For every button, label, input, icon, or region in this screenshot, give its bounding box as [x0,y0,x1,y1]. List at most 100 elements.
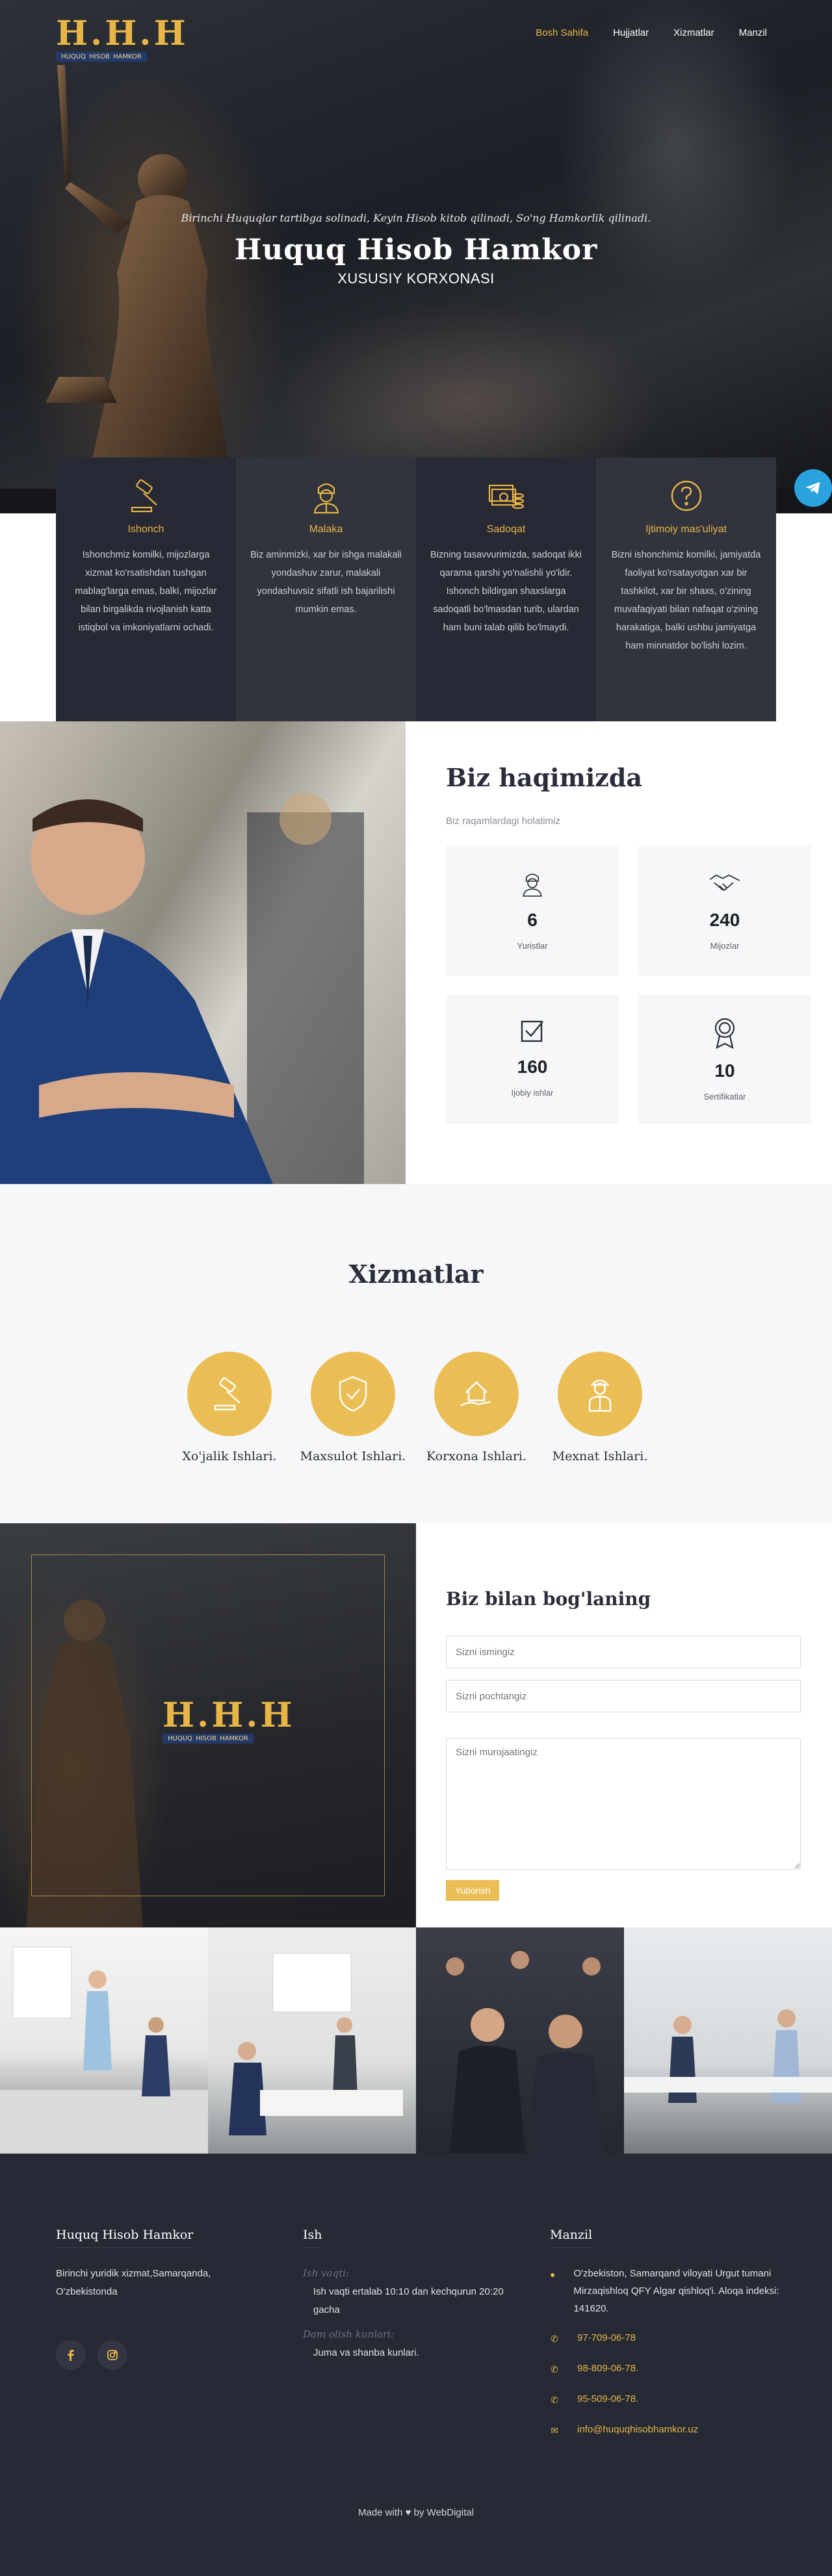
phone-row[interactable]: ✆ 95-509-06-78. [550,2390,784,2409]
contact-background-image: H.H.H HUQUQ HISOB HAMKOR [0,1523,416,1927]
social-links [56,2340,251,2370]
service-icon-circle [434,1352,519,1436]
stat-card: 240 Mijozlar [638,846,811,976]
telegram-icon [805,482,820,495]
feature-text: Ishonchmiz komilki, mijozlarga xizmat ko… [75,550,217,633]
days-off-label: Dam olish kunlari: [303,2328,394,2340]
lawyer-icon [523,873,542,897]
phone-icon: ✆ [551,2395,558,2405]
checkbox-icon [521,1020,543,1042]
map-pin-icon: ● [550,2269,556,2280]
hero-title: Huquq Hisob Hamkor [234,233,598,266]
nav-item-xizmatlar[interactable]: Xizmatlar [673,27,714,38]
telegram-button[interactable] [794,469,832,507]
phone-link[interactable]: 98-809-06-78. [577,2360,638,2377]
phone-row[interactable]: ✆ 97-709-06-78 [550,2329,784,2348]
hero-section: H.H.H HUQUQ HISOB HAMKOR Bosh Sahifa Huj… [0,0,832,513]
copyright-by[interactable]: by WebDigital [414,2507,474,2518]
feature-card: Ijtimoiy mas'uliyat Bizni ishonchimiz ko… [596,457,776,721]
feature-title: Ishonch [127,524,164,535]
contact-title: Biz bilan bog'laning [446,1588,651,1610]
worker-icon [588,1379,612,1412]
copyright-made: Made with [358,2507,403,2518]
page: H.H.H HUQUQ HISOB HAMKOR Bosh Sahifa Huj… [0,0,832,2576]
message-textarea[interactable] [446,1738,801,1870]
facebook-icon [68,2350,74,2361]
logo-letters: H.H.H [56,14,188,53]
facebook-button[interactable] [56,2340,86,2370]
footer-col-about: Huquq Hisob Hamkor Birinchi yuridik xizm… [56,2228,251,2370]
phone-row[interactable]: ✆ 98-809-06-78. [550,2360,784,2378]
stat-label: Sertifikatlar [703,1092,746,1101]
address-row: ● O'zbekiston, Samarqand viloyati Urgut … [550,2265,784,2317]
work-hours-value: Ish vaqti ertalab 10:10 dan kechqurun 20… [313,2286,504,2315]
contact-section: H.H.H HUQUQ HISOB HAMKOR Biz bilan bog'l… [0,1523,832,1927]
phone-icon: ✆ [551,2364,558,2375]
days-off-value: Juma va shanba kunlari. [313,2347,419,2358]
feature-text: Bizni ishonchimiz komilki, jamiyatda fao… [611,550,761,651]
service-icon-circle [187,1352,272,1436]
contact-form: Biz bilan bog'laning Yuborish [446,1588,801,1901]
phone-link[interactable]: 95-509-06-78. [577,2390,638,2408]
lawyer-photo [0,721,406,1184]
house-hand-icon [460,1381,491,1407]
logo-band-word: HISOB [196,1735,216,1742]
services-section: Xizmatlar Xo'jalik Ishlari. Maxsulot Ish… [0,1184,832,1523]
logo-band-word: HAMKOR [113,53,142,60]
stat-number: 160 [517,1057,548,1077]
feature-title: Malaka [309,524,343,535]
nav-item-hujjatlar[interactable]: Hujjatlar [613,27,649,38]
site-footer: Huquq Hisob Hamkor Birinchi yuridik xizm… [0,2154,832,2576]
about-content: Biz haqimizda Biz raqamlardagi holatimiz… [446,763,811,1124]
logo-band-word: HAMKOR [220,1735,248,1742]
footer-col-address: Manzil ● O'zbekiston, Samarqand viloyati… [550,2228,784,2440]
gavel-icon [214,1377,240,1411]
footer-title: Manzil [550,2228,593,2248]
service-label: Maxsulot Ishlari. [300,1449,406,1463]
instagram-icon [107,2350,118,2360]
service-item[interactable]: Mexnat Ishlari. [552,1352,647,1463]
service-item[interactable]: Xo'jalik Ishlari. [182,1352,277,1463]
service-label: Mexnat Ishlari. [552,1449,648,1463]
services-title: Xizmatlar [348,1259,484,1289]
submit-button[interactable]: Yuborish [446,1880,500,1901]
gallery-photo-team [416,1927,624,2154]
footer-col-work: Ish Ish vaqti: Ish vaqti ertalab 10:10 d… [303,2228,511,2362]
services-list: Xo'jalik Ishlari. Maxsulot Ishlari. Korx… [182,1352,647,1463]
stat-label: Mijozlar [710,941,740,951]
gavel-icon [131,479,157,513]
service-label: Xo'jalik Ishlari. [182,1449,277,1463]
email-input[interactable] [446,1680,801,1712]
logo-band-word: HUQUQ [61,53,86,60]
features-strip: Ishonch Ishonchmiz komilki, mijozlarga x… [56,457,776,721]
name-input[interactable] [446,1636,801,1668]
nav-item-manzil[interactable]: Manzil [739,27,767,38]
footer-title: Huquq Hisob Hamkor [56,2228,194,2248]
address-text: O'zbekiston, Samarqand viloyati Urgut tu… [573,2268,779,2314]
main-nav: Bosh Sahifa Hujjatlar Xizmatlar Manzil [536,27,767,38]
nav-item-bosh-sahifa[interactable]: Bosh Sahifa [536,27,588,38]
feature-title: Ijtimoiy mas'uliyat [645,524,727,535]
hero-text: Birinchi Huquqlar tartibga solinadi, Key… [0,212,832,287]
site-logo[interactable]: H.H.H HUQUQ HISOB HAMKOR [56,14,188,65]
gallery-strip [0,1927,832,2154]
feature-text: Biz aminmizki, xar bir ishga malakali yo… [250,550,402,615]
phone-link[interactable]: 97-709-06-78 [577,2329,636,2347]
logo-band: HUQUQ HISOB HAMKOR [162,1734,254,1744]
hero-motto: Birinchi Huquqlar tartibga solinadi, Key… [181,212,651,224]
handshake-icon [709,874,740,891]
footer-about-text: Birinchi yuridik xizmat,Samarqanda, O'zb… [56,2268,211,2297]
feature-card: Ishonch Ishonchmiz komilki, mijozlarga x… [56,457,236,721]
instagram-button[interactable] [98,2340,127,2370]
footer-title: Ish [303,2228,322,2248]
feature-card: Sadoqat Bizning tasavvurimizda, sadoqat … [416,457,596,721]
hero-subtitle: XUSUSIY KORXONASI [337,270,495,287]
email-link[interactable]: info@huquqhisobhamkor.uz [577,2421,698,2438]
service-item[interactable]: Korxona Ishlari. [426,1352,526,1463]
lawyer-icon [313,483,339,514]
stat-number: 240 [709,910,740,930]
stat-card: 6 Yuristlar [446,846,619,976]
service-item[interactable]: Maxsulot Ishlari. [300,1352,406,1463]
envelope-icon: ✉ [551,2425,558,2436]
email-row[interactable]: ✉ info@huquqhisobhamkor.uz [550,2421,784,2440]
